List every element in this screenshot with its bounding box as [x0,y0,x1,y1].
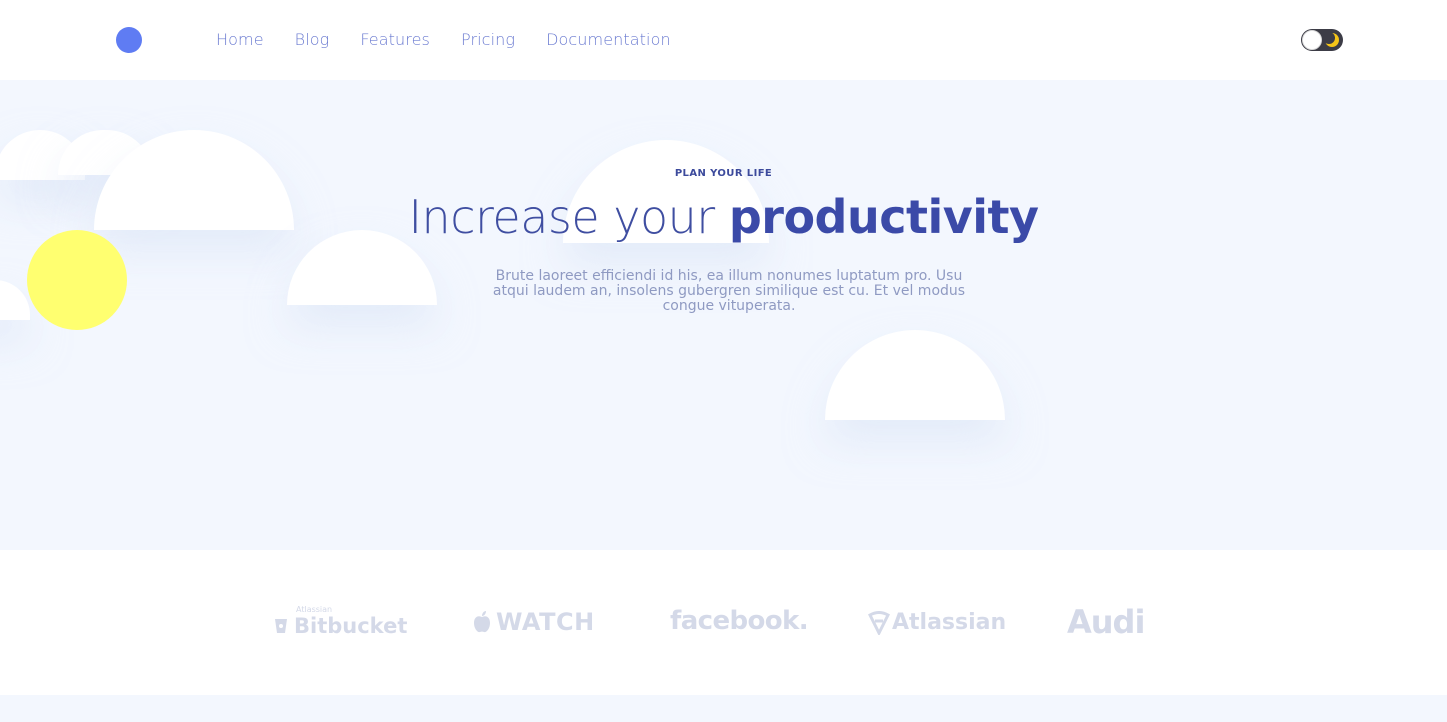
atlassian-logo: Atlassian [868,610,1006,635]
hero-section: PLAN YOUR LIFE Increase your productivit… [0,80,1447,550]
nav-features-link[interactable]: Features [360,30,430,49]
bitbucket-logo-text: Bitbucket [294,614,408,638]
facebook-logo: facebook. [670,606,809,636]
hero-subtext: Brute laoreet efficiendi id his, ea illu… [492,268,966,314]
bitbucket-logo-text-wrap: Bitbucket [274,614,407,638]
nav-blog-link[interactable]: Blog [295,30,330,49]
site-header: Home Blog Features Pricing Documentation [0,0,1447,80]
apple-watch-logo: WATCH [472,608,595,636]
client-logos: Atlassian Bitbucket WATCH facebook. Atla… [0,550,1447,695]
main-nav: Home Blog Features Pricing Documentation [216,30,702,49]
nav-pricing-link[interactable]: Pricing [461,30,515,49]
next-section-band [0,695,1447,722]
hero-eyebrow: PLAN YOUR LIFE [674,168,773,179]
apple-icon [474,611,490,633]
sun-circle [27,230,127,330]
watch-logo-text: WATCH [496,608,595,636]
bitbucket-logo: Atlassian Bitbucket [274,606,407,638]
bucket-icon [275,619,287,633]
cloud-shape [825,330,1005,420]
bitbucket-logo-subtitle: Atlassian [296,605,333,614]
atlassian-mark-icon [868,610,890,635]
atlassian-logo-text: Atlassian [892,610,1007,635]
brand-logo[interactable] [116,27,142,53]
moon-icon [1324,32,1339,47]
headline-light: Increase your [408,190,729,244]
cloud-shape [0,280,30,320]
nav-documentation-link[interactable]: Documentation [546,30,671,49]
hero-headline: Increase your productivity [0,190,1447,244]
toggle-knob [1302,30,1322,50]
nav-home-link[interactable]: Home [216,30,264,49]
audi-logo: Audi [1067,603,1145,641]
headline-bold: productivity [728,190,1039,244]
theme-toggle[interactable] [1301,29,1343,51]
